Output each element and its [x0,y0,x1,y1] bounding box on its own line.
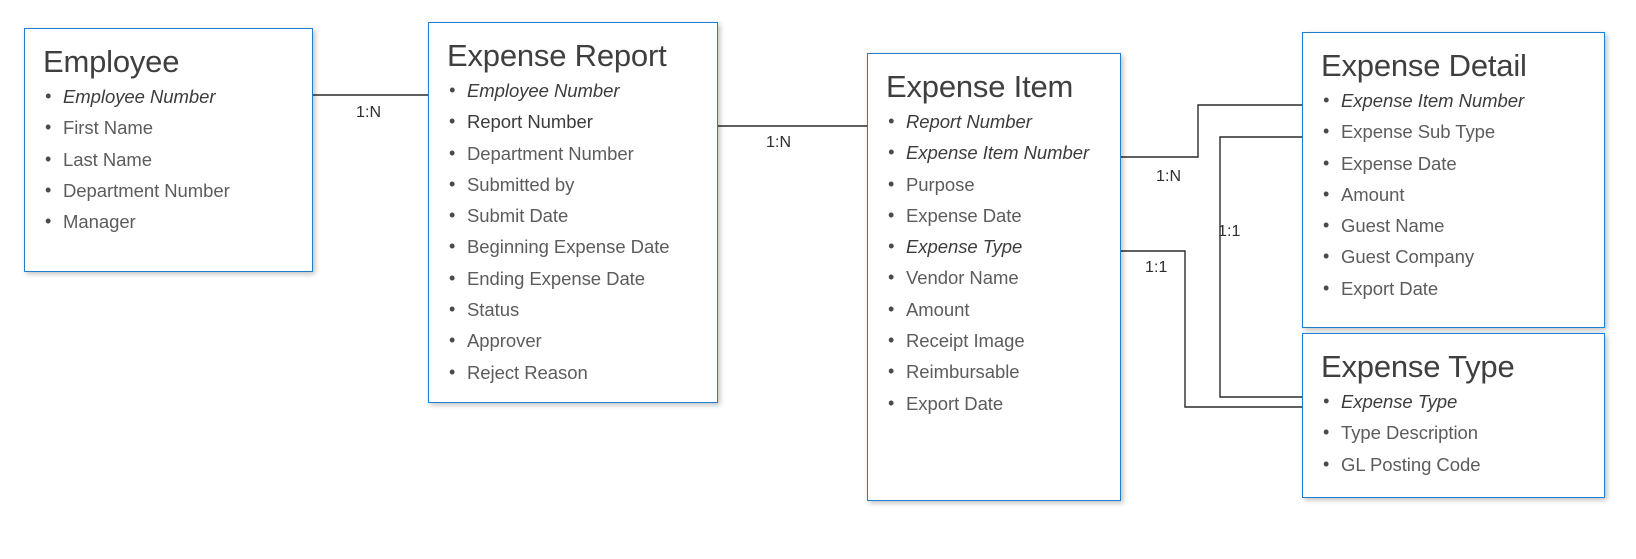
field-expense-type-type-description: Type Description [1321,417,1604,449]
field-expense-detail-export-date: Export Date [1321,273,1604,305]
field-expense-detail-guest-company: Guest Company [1321,241,1604,273]
field-employee-first-name: First Name [43,112,312,144]
field-expense-report-ending-expense-date: Ending Expense Date [447,263,717,295]
field-expense-item-expense-item-number: Expense Item Number [886,137,1120,169]
field-expense-report-submitted-by: Submitted by [447,169,717,201]
entity-box-expense-item[interactable]: Expense Item Report Number Expense Item … [867,53,1121,501]
entity-box-employee[interactable]: Employee Employee Number First Name Last… [24,28,313,272]
field-expense-item-vendor-name: Vendor Name [886,262,1120,294]
field-expense-report-status: Status [447,294,717,326]
field-expense-detail-amount: Amount [1321,179,1604,211]
entity-box-expense-detail[interactable]: Expense Detail Expense Item Number Expen… [1302,32,1605,328]
field-expense-item-expense-date: Expense Date [886,200,1120,232]
field-expense-item-amount: Amount [886,294,1120,326]
cardinality-label-expense-item-to-expense-detail: 1:N [1156,168,1182,185]
entity-title-expense-report: Expense Report [447,38,667,73]
field-expense-item-reimbursable: Reimbursable [886,356,1120,388]
field-list-employee: Employee Number First Name Last Name Dep… [25,81,312,238]
entity-title-expense-type: Expense Type [1321,349,1515,384]
entity-box-expense-type[interactable]: Expense Type Expense Type Type Descripti… [1302,333,1605,498]
entity-title-employee: Employee [43,44,180,79]
field-list-expense-detail: Expense Item Number Expense Sub Type Exp… [1303,85,1604,304]
cardinality-label-employee-to-expense-report: 1:N [356,104,382,121]
cardinality-label-expense-item-to-expense-type: 1:1 [1145,259,1168,276]
field-expense-detail-expense-sub-type: Expense Sub Type [1321,116,1604,148]
field-list-expense-type: Expense Type Type Description GL Posting… [1303,386,1604,480]
er-diagram-canvas: 1:N 1:N 1:N 1:1 1:1 Employee Employee Nu… [0,0,1636,559]
field-expense-report-submit-date: Submit Date [447,200,717,232]
field-expense-report-report-number: Report Number [447,106,717,138]
field-expense-item-expense-type: Expense Type [886,231,1120,263]
field-expense-item-export-date: Export Date [886,388,1120,420]
entity-title-expense-detail: Expense Detail [1321,48,1527,83]
field-expense-report-employee-number: Employee Number [447,75,717,107]
field-expense-item-purpose: Purpose [886,169,1120,201]
field-expense-item-report-number: Report Number [886,106,1120,138]
field-list-expense-report: Employee Number Report Number Department… [429,75,717,388]
cardinality-label-expense-detail-to-expense-type: 1:1 [1218,223,1241,240]
field-expense-detail-guest-name: Guest Name [1321,210,1604,242]
field-employee-manager: Manager [43,206,312,238]
field-expense-report-department-number: Department Number [447,138,717,170]
field-employee-department-number: Department Number [43,175,312,207]
field-expense-detail-expense-item-number: Expense Item Number [1321,85,1604,117]
entity-box-expense-report[interactable]: Expense Report Employee Number Report Nu… [428,22,718,403]
field-expense-detail-expense-date: Expense Date [1321,148,1604,180]
field-list-expense-item: Report Number Expense Item Number Purpos… [868,106,1120,419]
field-expense-report-beginning-expense-date: Beginning Expense Date [447,231,717,263]
field-employee-employee-number: Employee Number [43,81,312,113]
field-employee-last-name: Last Name [43,144,312,176]
cardinality-label-expense-report-to-expense-item: 1:N [766,134,792,151]
field-expense-report-approver: Approver [447,325,717,357]
field-expense-type-expense-type: Expense Type [1321,386,1604,418]
field-expense-item-receipt-image: Receipt Image [886,325,1120,357]
field-expense-report-reject-reason: Reject Reason [447,357,717,389]
entity-title-expense-item: Expense Item [886,69,1074,104]
field-expense-type-gl-posting-code: GL Posting Code [1321,449,1604,481]
